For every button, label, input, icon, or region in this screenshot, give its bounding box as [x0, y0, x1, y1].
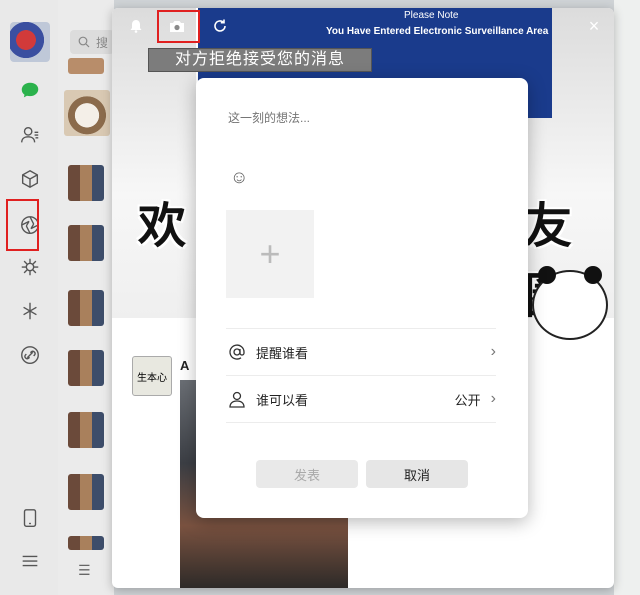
add-media-button[interactable]: + — [226, 210, 314, 298]
visibility-label: 谁可以看 — [256, 392, 309, 408]
sparkle-icon[interactable] — [17, 298, 43, 324]
user-avatar[interactable] — [10, 22, 50, 62]
list-item[interactable] — [68, 225, 104, 261]
compose-moment-dialog: ☺ + 提醒谁看 › 谁可以看 公开 › 发表 取消 — [196, 78, 528, 518]
menu-icon[interactable] — [17, 548, 43, 574]
phone-icon[interactable] — [17, 505, 43, 531]
list-item[interactable] — [68, 350, 104, 386]
cover-title-left: 欢 — [138, 200, 187, 253]
cancel-button[interactable]: 取消 — [366, 460, 468, 488]
chevron-right-icon: › — [490, 343, 496, 360]
camera-highlight-box — [157, 10, 200, 43]
refresh-icon[interactable] — [210, 16, 230, 36]
moment-text-input[interactable] — [226, 110, 510, 126]
remind-row[interactable]: 提醒谁看 › — [226, 328, 496, 375]
channels-icon[interactable] — [17, 254, 43, 280]
panda-sticker — [532, 266, 608, 340]
close-icon[interactable]: × — [584, 16, 604, 36]
list-item[interactable] — [68, 290, 104, 326]
at-icon — [226, 341, 248, 363]
person-icon — [226, 388, 248, 410]
search-icon — [78, 36, 90, 48]
list-item[interactable] — [64, 90, 110, 136]
moments-highlight-box — [6, 199, 39, 251]
list-item[interactable] — [68, 165, 104, 201]
search-placeholder: 搜 — [96, 36, 109, 50]
post-author-name[interactable]: A — [180, 358, 189, 373]
main-sidebar — [0, 0, 58, 595]
post-author-avatar[interactable]: 生本心 — [132, 356, 172, 396]
contacts-icon[interactable] — [17, 122, 43, 148]
remind-label: 提醒谁看 — [256, 345, 309, 361]
bell-icon[interactable] — [126, 16, 146, 36]
post-button[interactable]: 发表 — [256, 460, 358, 488]
favorites-cube-icon[interactable] — [17, 166, 43, 192]
error-toast: 对方拒绝接受您的消息 — [148, 48, 372, 72]
emoji-icon[interactable]: ☺ — [230, 166, 252, 188]
chevron-right-icon: › — [490, 390, 496, 407]
list-item[interactable] — [68, 474, 104, 510]
list-item[interactable] — [68, 412, 104, 448]
chat-bubble-icon[interactable] — [17, 78, 43, 104]
background-window-edge — [614, 0, 640, 595]
list-item[interactable] — [68, 58, 104, 74]
visibility-row[interactable]: 谁可以看 公开 › — [226, 375, 496, 422]
mini-program-link-icon[interactable] — [17, 342, 43, 368]
visibility-value: 公开 — [454, 392, 481, 408]
divider — [226, 422, 496, 423]
moments-toolbar: × — [112, 8, 614, 44]
list-item[interactable] — [68, 536, 104, 550]
list-menu-icon[interactable]: ☰ — [78, 562, 91, 579]
search-input[interactable]: 搜 — [70, 30, 114, 54]
